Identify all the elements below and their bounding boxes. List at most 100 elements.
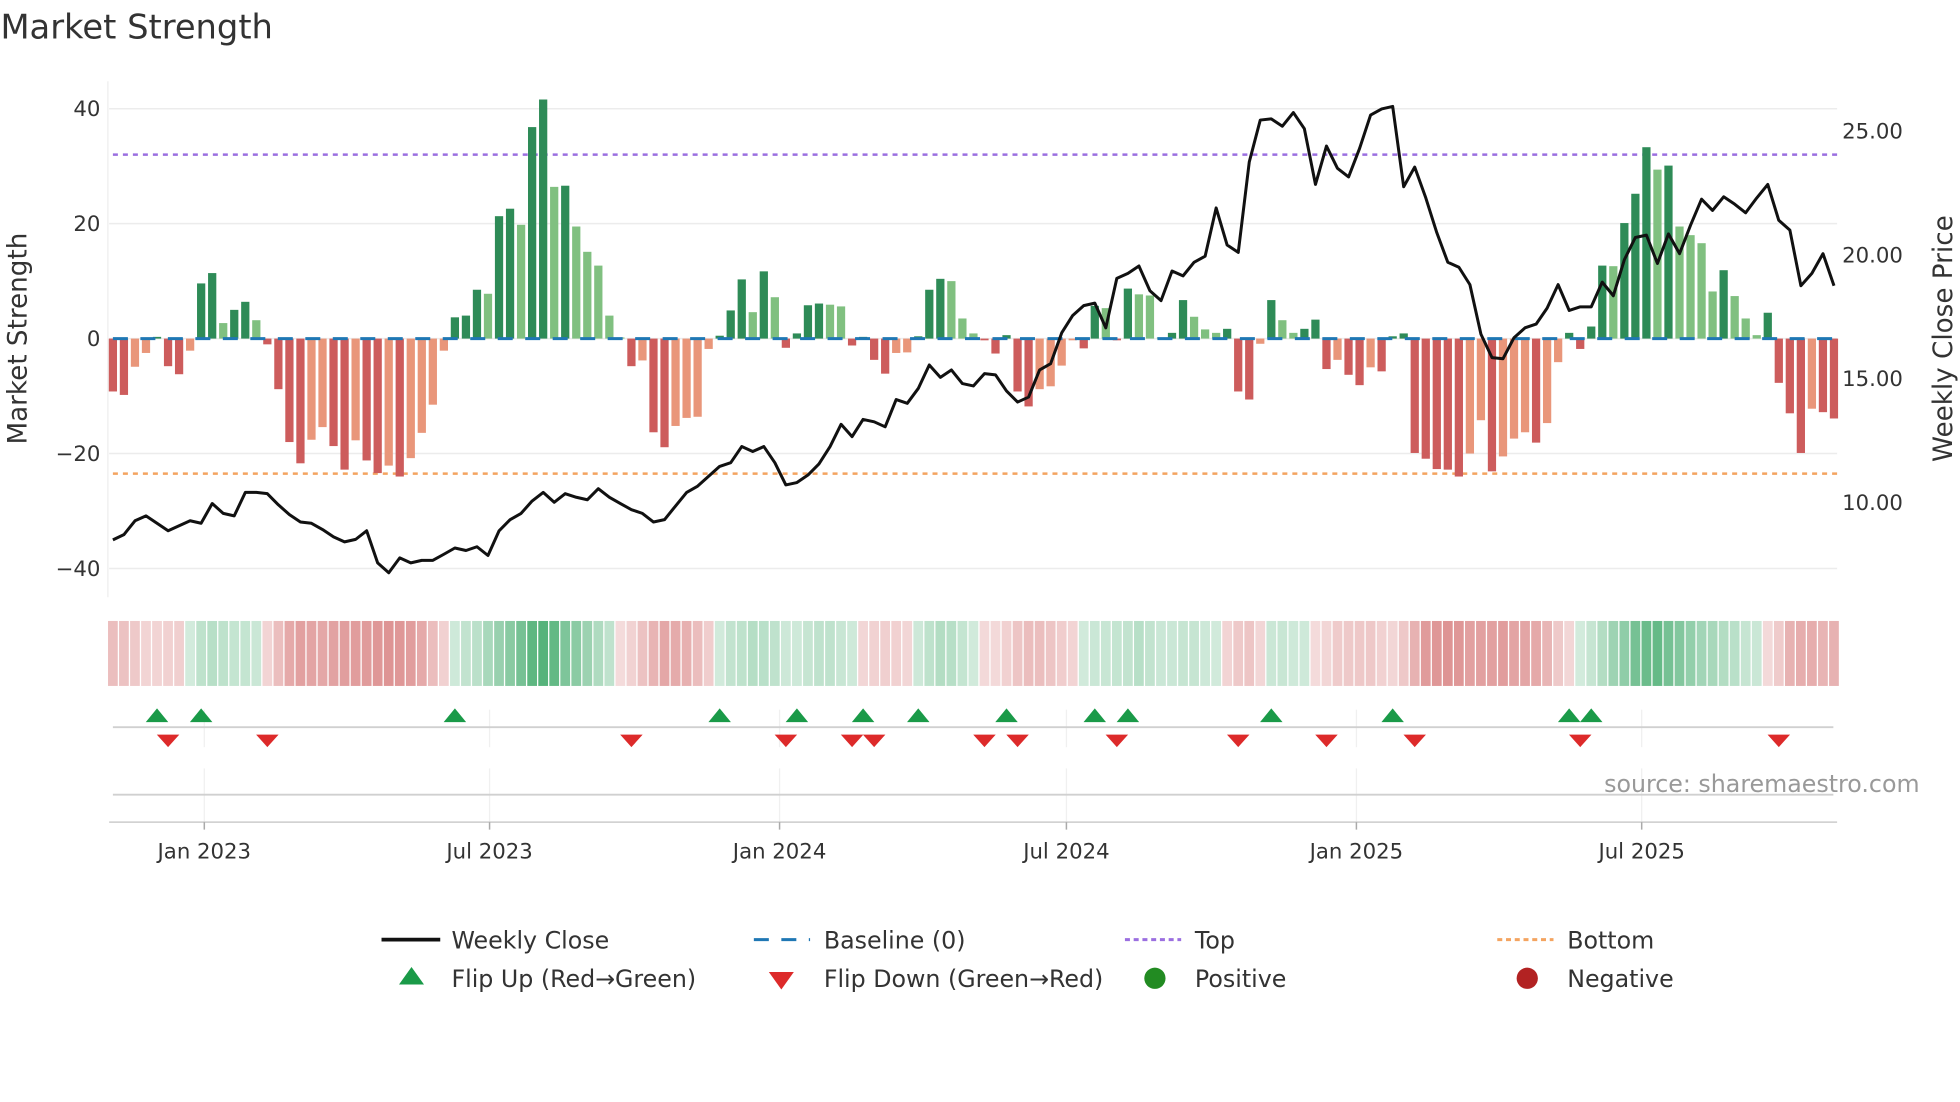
legend-item-flip_down: Flip Down (Green→Red) <box>768 965 1103 993</box>
strip-cell <box>141 620 151 686</box>
strip-cell <box>1211 620 1222 686</box>
strip-cell <box>924 620 935 686</box>
legend-label: Flip Down (Green→Red) <box>824 965 1103 993</box>
strength-bar <box>1443 338 1452 470</box>
strip-cell <box>1773 620 1784 686</box>
flip-down-marker <box>1568 734 1592 748</box>
strip-cell <box>1343 620 1354 686</box>
flip-up-marker <box>995 708 1018 723</box>
strip-cell <box>1431 620 1442 686</box>
strip-cell <box>1123 620 1133 686</box>
legend-label: Negative <box>1567 965 1673 993</box>
strength-bar <box>671 338 680 426</box>
strip-cell <box>1178 620 1188 686</box>
strip-cell <box>383 620 394 686</box>
strip-cell <box>339 620 350 686</box>
strip-cell <box>1034 620 1045 686</box>
strip-cell <box>582 620 593 686</box>
triangle-down-icon <box>768 972 794 990</box>
reference-lines <box>112 153 1838 475</box>
strength-bar <box>130 338 140 367</box>
legend-label: Baseline (0) <box>824 926 966 954</box>
strip-cell <box>108 620 118 686</box>
flip-down-marker <box>774 734 798 748</box>
strength-bar <box>561 185 570 339</box>
strip-cell <box>1807 620 1817 686</box>
strength-bar <box>1366 338 1375 368</box>
strength-bar <box>285 338 294 443</box>
legend-label: Weekly Close <box>451 926 609 954</box>
strip-cell <box>1630 620 1641 686</box>
strength-bar <box>847 338 857 346</box>
strength-bar <box>1763 312 1772 339</box>
strength-bar <box>947 281 956 339</box>
strip-cell <box>163 620 173 686</box>
strength-bar <box>483 293 493 339</box>
strip-cell <box>494 620 504 686</box>
legend-label: Top <box>1194 926 1235 954</box>
strip-cell <box>1597 620 1608 686</box>
strength-bar <box>1807 338 1817 409</box>
strip-cell <box>1299 620 1310 686</box>
strip-cell <box>185 620 195 686</box>
strength-bar <box>1035 338 1044 390</box>
strip-cell <box>1663 620 1674 686</box>
y-tick-label-right: 25.00 <box>1842 120 1903 145</box>
strip-cell <box>1222 620 1233 686</box>
strength-bar <box>329 338 338 447</box>
strip-cell <box>1365 620 1376 686</box>
strength-bar <box>539 99 548 339</box>
strip-cell <box>615 620 626 686</box>
strip-cell <box>1354 620 1365 686</box>
legend-item-negative: Negative <box>1516 965 1674 993</box>
strip-cell <box>1288 620 1299 686</box>
strip-cell <box>119 620 129 686</box>
strip-cell <box>1409 620 1420 686</box>
strip-cell <box>207 620 218 686</box>
strip-cell <box>1078 620 1089 686</box>
strength-bar <box>980 338 989 341</box>
strength-bar <box>814 303 824 339</box>
flip-up-marker <box>1580 708 1603 723</box>
strength-bar <box>1355 338 1364 386</box>
strength-bar <box>770 297 779 339</box>
strength-bar <box>936 278 945 339</box>
strength-bar <box>704 338 713 349</box>
strength-bar <box>307 338 316 440</box>
strip-cell <box>1453 620 1464 686</box>
y-axis-title-right: Weekly Close Price <box>1929 215 1959 462</box>
flip-down-marker <box>840 734 864 748</box>
strength-bar <box>649 338 658 433</box>
strength-bar <box>1520 338 1530 433</box>
strip-cell <box>1829 620 1839 686</box>
strip-cell <box>295 620 306 686</box>
y-axis-title-left: Market Strength <box>4 233 34 445</box>
strength-bar <box>892 338 901 353</box>
strength-bar <box>638 338 647 361</box>
x-tick-label: Jan 2025 <box>1308 839 1404 864</box>
strength-bar <box>1245 338 1254 400</box>
strip-cell <box>593 620 604 686</box>
strip-cell <box>703 620 714 686</box>
strength-bar <box>384 338 393 466</box>
strip-cell <box>218 620 229 686</box>
strength-bar <box>550 186 559 339</box>
strength-bar <box>1796 338 1805 453</box>
strength-bar <box>406 338 415 459</box>
y-tick-label-left: −20 <box>56 442 101 467</box>
strength-bar <box>439 338 448 351</box>
y-tick-label-left: −40 <box>56 557 101 582</box>
strip-cell <box>461 620 471 686</box>
strength-bars <box>108 99 1839 477</box>
strip-cell <box>527 620 538 686</box>
flip-down-marker <box>620 734 643 748</box>
strength-bar <box>351 338 360 441</box>
strength-bar <box>252 320 261 339</box>
strip-cell <box>571 620 582 686</box>
strip-cell <box>350 620 361 686</box>
strength-bar <box>1730 296 1739 339</box>
strip-cell <box>174 620 184 686</box>
strip-cell <box>130 620 140 686</box>
strip-cell <box>968 620 979 686</box>
strength-bar <box>1598 265 1607 339</box>
